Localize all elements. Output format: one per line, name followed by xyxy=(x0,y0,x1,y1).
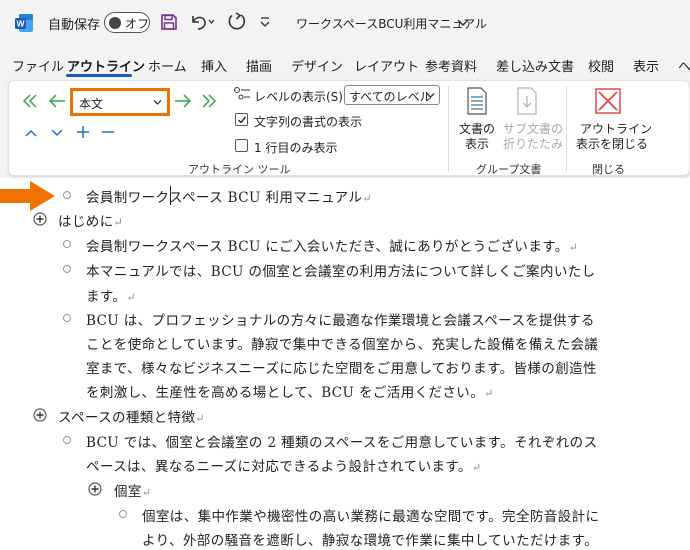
body-text-bullet[interactable] xyxy=(63,240,71,248)
collapse-subdocuments-label-line2[interactable]: 折りたたみ xyxy=(503,135,563,152)
tab-help[interactable]: ヘ xyxy=(678,56,690,75)
outline-line[interactable]: ことを使命としています。静寂で集中できる個室から、充実した設備を備えた会議 xyxy=(86,333,598,353)
tab-draw[interactable]: 描画 xyxy=(246,56,272,75)
group-separator xyxy=(566,86,567,172)
outline-line[interactable]: 本マニュアルでは、BCU の個室と会議室の利用方法について詳しくご案内いたし xyxy=(86,260,596,280)
body-text-bullet[interactable] xyxy=(63,436,71,444)
expand-icon[interactable] xyxy=(76,125,90,139)
expand-heading-icon[interactable] xyxy=(88,482,102,496)
toggle-knob xyxy=(109,16,121,29)
svg-text:W: W xyxy=(16,19,25,29)
title-bar: W 自動保存 オフ ワークスペースBCU利用マニュアル xyxy=(0,0,690,46)
undo-icon[interactable] xyxy=(188,11,214,33)
tab-insert[interactable]: 挿入 xyxy=(201,56,227,75)
body-text-bullet[interactable] xyxy=(63,314,71,322)
group-separator xyxy=(448,86,449,172)
show-document-label-line2[interactable]: 表示 xyxy=(465,135,489,152)
outline-level-value: 本文 xyxy=(79,97,104,111)
expand-heading-icon[interactable] xyxy=(33,212,47,226)
word-app-icon: W xyxy=(15,14,33,32)
outline-heading[interactable]: はじめに↵ xyxy=(58,210,123,230)
show-text-formatting-checkbox[interactable] xyxy=(235,113,248,126)
collapse-icon[interactable] xyxy=(101,125,115,139)
outline-line[interactable]: 会員制ワークスペース BCU にご入会いただき、誠にありがとうございます。↵ xyxy=(86,235,578,255)
body-text-bullet[interactable] xyxy=(119,510,127,518)
promote-icon[interactable] xyxy=(48,94,66,108)
demote-icon[interactable] xyxy=(174,94,192,108)
text-cursor xyxy=(170,186,171,205)
move-down-icon[interactable] xyxy=(50,128,64,138)
tab-outline[interactable]: アウトライン xyxy=(67,56,145,75)
master-document-group-label: グループ文書 xyxy=(476,163,542,176)
tab-home[interactable]: ホーム xyxy=(148,56,187,75)
outline-subheading[interactable]: 個室↵ xyxy=(114,480,151,500)
outline-line[interactable]: 個室は、集中作業や機密性の高い業務に最適な空間です。完全防音設計に xyxy=(142,505,599,525)
autosave-label: 自動保存 xyxy=(48,18,101,33)
close-outline-view-icon[interactable] xyxy=(595,88,621,114)
chevron-down-icon[interactable] xyxy=(457,18,469,28)
body-text-bullet[interactable] xyxy=(63,191,71,199)
show-level-value: すべてのレベル xyxy=(349,90,432,104)
outline-line[interactable]: 会員制ワークスペース BCU 利用マニュアル↵ xyxy=(86,186,372,206)
active-tab-indicator xyxy=(66,74,132,77)
chevron-down-icon xyxy=(153,100,162,105)
save-icon[interactable] xyxy=(160,13,178,31)
tab-references[interactable]: 参考資料 xyxy=(425,56,477,75)
outline-level-select[interactable]: 本文 xyxy=(70,88,170,116)
show-level-select[interactable]: すべてのレベル xyxy=(344,85,440,105)
collapse-subdocuments-icon[interactable] xyxy=(516,87,538,115)
autosave-toggle[interactable]: オフ xyxy=(104,12,150,33)
redo-icon[interactable] xyxy=(226,11,248,33)
tab-design[interactable]: デザイン xyxy=(291,56,343,75)
close-outline-view-label-line2[interactable]: 表示を閉じる xyxy=(576,135,648,152)
tab-file[interactable]: ファイル xyxy=(12,56,64,75)
outline-heading[interactable]: スペースの種類と特徴↵ xyxy=(58,406,205,426)
demote-to-body-icon[interactable] xyxy=(197,94,217,108)
autosave-state: オフ xyxy=(125,17,150,31)
checkmark-icon xyxy=(238,116,247,124)
outline-line[interactable]: BCU では、個室と会議室の 2 種類のスペースをご用意しています。それぞれのス xyxy=(86,431,597,451)
chevron-down-icon xyxy=(426,93,435,98)
outline-line[interactable]: ペースは、異なるニーズに対応できるよう設計されています。↵ xyxy=(86,455,481,475)
outline-line[interactable]: 室まで、様々なビジネスニーズに応じた空間をご用意しております。皆様の創造性 xyxy=(86,357,597,377)
outline-line[interactable]: BCU は、プロフェッショナルの方々に最適な作業環境と会議スペースを提供する xyxy=(86,309,595,329)
outline-line[interactable]: ます。↵ xyxy=(86,285,136,305)
show-document-icon[interactable] xyxy=(466,87,488,115)
promote-to-heading1-icon[interactable] xyxy=(22,94,42,108)
outline-tools-group-label: アウトライン ツール xyxy=(188,163,291,176)
tab-layout[interactable]: レイアウト xyxy=(354,56,419,75)
tab-mailings[interactable]: 差し込み文書 xyxy=(496,56,574,75)
body-text-bullet[interactable] xyxy=(63,265,71,273)
show-first-line-only-checkbox[interactable] xyxy=(235,139,248,152)
move-up-icon[interactable] xyxy=(24,128,38,138)
outline-line[interactable]: を刺激し、生産性を高める場として、BCU をご活用ください。↵ xyxy=(86,381,494,401)
close-group-label: 閉じる xyxy=(592,163,625,176)
orange-arrow-icon xyxy=(0,181,55,211)
tab-review[interactable]: 校閲 xyxy=(588,56,614,75)
show-text-formatting-label: 文字列の書式の表示 xyxy=(254,115,363,129)
tab-view[interactable]: 表示 xyxy=(633,56,659,75)
expand-heading-icon[interactable] xyxy=(33,408,47,422)
show-first-line-only-label: 1 行目のみ表示 xyxy=(254,141,338,155)
customize-quick-access-icon[interactable] xyxy=(258,13,272,31)
show-level-label: レベルの表示(S): xyxy=(254,90,348,104)
outline-line[interactable]: より、外部の騒音を遮断し、静寂な環境で作業に集中していただけます。 xyxy=(142,529,598,549)
show-level-icon xyxy=(233,86,250,100)
